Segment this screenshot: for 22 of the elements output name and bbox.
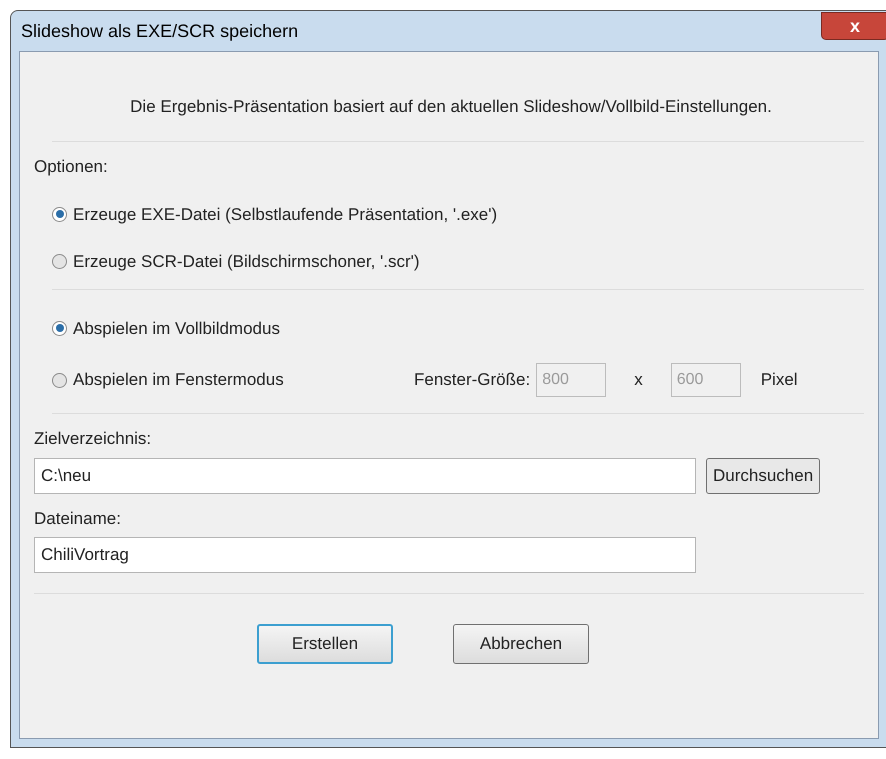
radio-option[interactable]: Abspielen im Fenstermodus (52, 367, 392, 393)
filename-label: Dateiname: (34, 508, 122, 530)
browse-button[interactable]: Durchsuchen (706, 458, 820, 494)
radio-option[interactable]: Erzeuge EXE-Datei (Selbstlaufende Präsentation, '.exe') (52, 202, 864, 227)
radio-button[interactable] (52, 372, 67, 388)
target-label: Zielverzeichnis: (34, 428, 152, 450)
default-button[interactable]: Erstellen (257, 624, 393, 664)
radio-button[interactable] (52, 254, 67, 270)
window-title: Slideshow als EXE/SCR speichern (21, 20, 298, 43)
target-field[interactable]: C:\neu (34, 458, 696, 494)
radio-button[interactable] (52, 320, 67, 336)
close-button[interactable]: x (821, 12, 886, 40)
radio-button[interactable] (52, 206, 67, 222)
radio-option[interactable]: Abspielen im Vollbildmodus (52, 316, 392, 341)
times-sign: x (634, 369, 643, 392)
size-label: Fenster-Größe: (414, 369, 530, 392)
dialog-button[interactable]: Abbrechen (453, 624, 589, 664)
options-label: Optionen: (34, 156, 109, 178)
filename-field[interactable]: ChiliVortrag (34, 537, 696, 573)
unit-label: Pixel (760, 369, 798, 392)
intro-text: Die Ergebnis-Präsentation basiert auf den aktuellen Slideshow/Vollbild-Einstellungen. (130, 96, 772, 118)
radio-option[interactable]: Erzeuge SCR-Datei (Bildschirmschoner, '.scr') (52, 249, 864, 274)
